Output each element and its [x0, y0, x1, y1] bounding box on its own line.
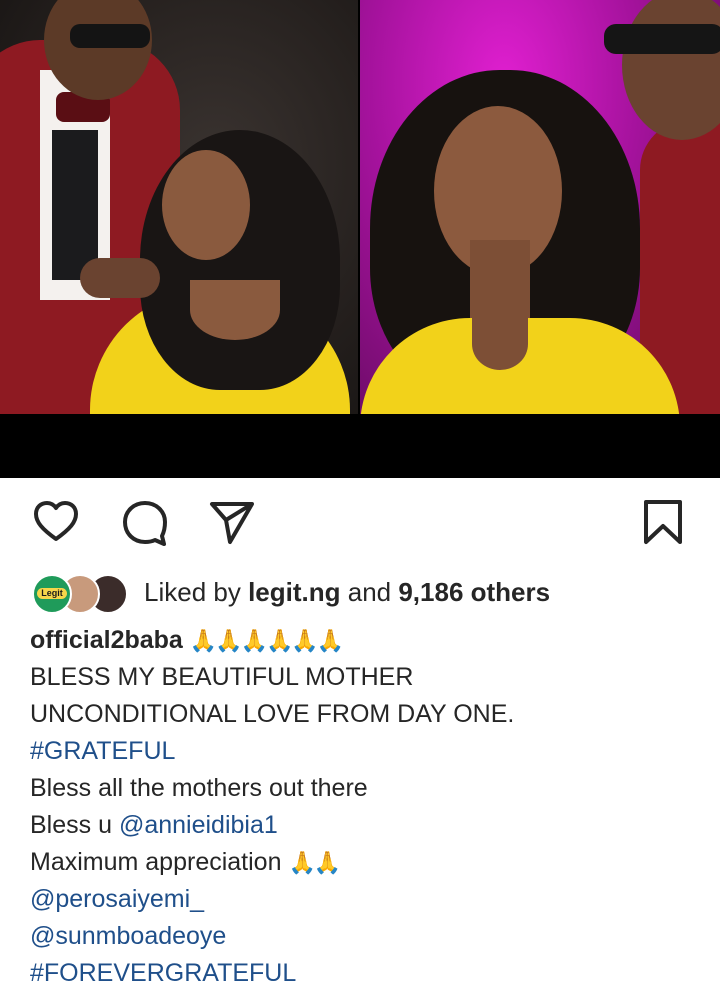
username-link[interactable]: official2baba	[30, 626, 183, 654]
paper-plane-icon[interactable]	[208, 498, 256, 551]
hashtag-link[interactable]: #FOREVERGRATEFUL	[30, 959, 296, 987]
mention-link[interactable]: @sunmboadeoye	[30, 922, 226, 950]
caption-text: Maximum appreciation	[30, 848, 289, 876]
likes-count-link[interactable]: 9,186 others	[398, 577, 550, 607]
caption-line: Bless all the mothers out there	[30, 774, 368, 802]
likes-summary[interactable]: Liked by legit.ng and 9,186 others	[144, 577, 550, 608]
caption-text: Bless u	[30, 811, 119, 839]
photo-left-panel	[0, 0, 358, 414]
hashtag-link[interactable]: #GRATEFUL	[30, 737, 175, 765]
caption-line: BLESS MY BEAUTIFUL MOTHER	[30, 663, 414, 691]
mention-link[interactable]: @annieidibia1	[119, 811, 278, 839]
prayer-emojis: 🙏🙏	[288, 850, 341, 875]
bookmark-icon[interactable]	[640, 498, 686, 551]
mention-link[interactable]: @perosaiyemi_	[30, 885, 204, 913]
image-bottom-band	[0, 414, 720, 478]
prayer-emojis: 🙏🙏🙏🙏🙏🙏	[189, 628, 344, 653]
first-liker-link[interactable]: legit.ng	[248, 577, 340, 607]
post-caption: official2baba 🙏🙏🙏🙏🙏🙏 BLESS MY BEAUTIFUL …	[30, 622, 700, 992]
post-image[interactable]	[0, 0, 720, 478]
likes-and: and	[340, 576, 399, 607]
liker-avatars: Legit	[32, 572, 130, 614]
photo-right-panel	[360, 0, 720, 414]
comment-icon[interactable]	[120, 498, 170, 553]
likes-prefix: Liked by	[144, 576, 249, 607]
caption-line: UNCONDITIONAL LOVE FROM DAY ONE.	[30, 700, 515, 728]
avatar: Legit	[32, 574, 72, 614]
heart-icon[interactable]	[32, 498, 80, 551]
likes-row[interactable]: Legit Liked by legit.ng and 9,186 others	[32, 570, 550, 614]
